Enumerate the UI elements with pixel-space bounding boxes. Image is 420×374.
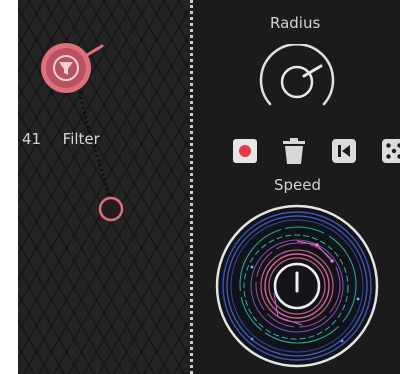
record-icon (233, 139, 257, 163)
reset-button[interactable] (331, 138, 357, 164)
node-graph-canvas[interactable]: 41 Filter (18, 0, 190, 374)
filter-node[interactable] (38, 40, 108, 100)
node-name: Filter (62, 130, 100, 148)
randomize-button[interactable] (381, 138, 400, 164)
radius-knob[interactable] (252, 44, 342, 114)
radius-knob-arc (259, 44, 335, 106)
record-button[interactable] (232, 138, 258, 164)
controls-panel: Radius Speed (194, 0, 400, 374)
trash-icon (283, 138, 305, 164)
radius-label: Radius (270, 14, 321, 32)
delete-button[interactable] (281, 138, 307, 164)
dice-icon (382, 139, 400, 163)
plugin-panel: 41 Filter Radius Speed (18, 0, 400, 374)
speed-label: Speed (274, 176, 322, 194)
radius-knob-body (280, 65, 314, 99)
speed-knob[interactable] (212, 201, 382, 371)
skip-back-icon (332, 139, 356, 163)
filter-node-graphic (41, 43, 104, 93)
output-port[interactable] (96, 194, 126, 224)
node-label: 41 Filter (22, 130, 100, 148)
app-window: 41 Filter Radius Speed (0, 0, 420, 374)
panel-divider (190, 0, 193, 374)
node-number: 41 (22, 130, 42, 148)
